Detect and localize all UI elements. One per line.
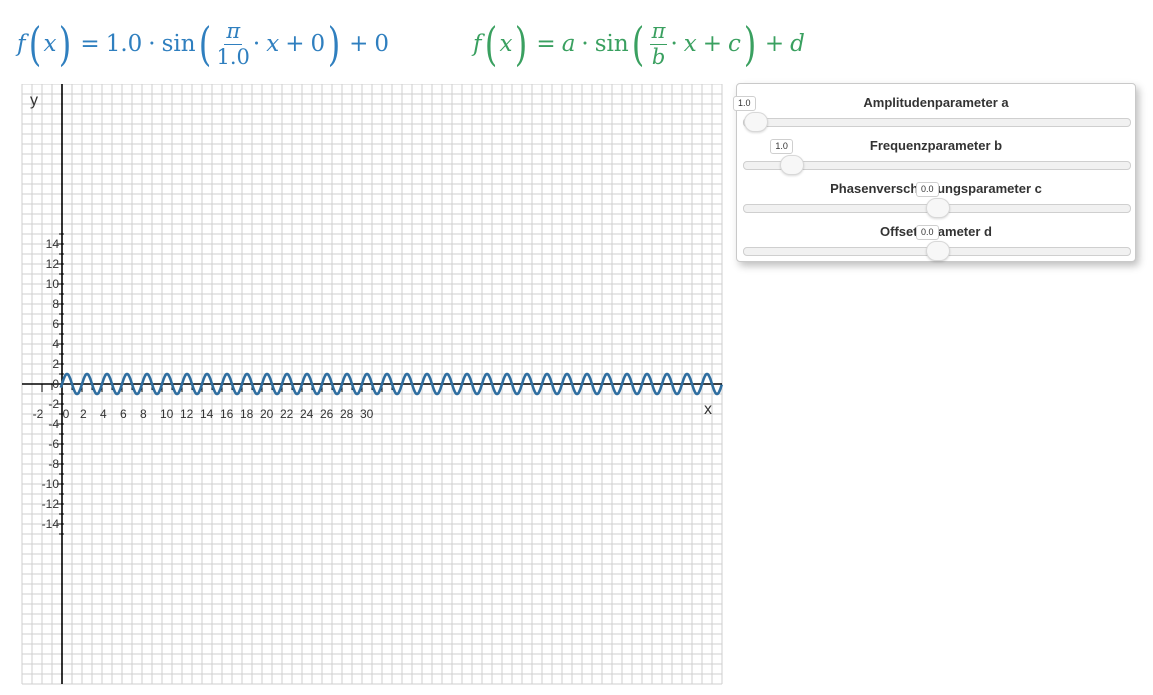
slider-value-bubble: 0.0 — [916, 225, 939, 240]
y-tick-label: -10 — [42, 477, 60, 491]
current-formula: f ( x ) = 1.0 · sin ( π 1.0 · x + 0 ) + … — [17, 18, 389, 70]
y-tick-label: 0 — [52, 377, 59, 391]
slider-row: Offsetparameter d0.0 — [737, 213, 1135, 261]
y-tick-label: 4 — [52, 337, 59, 351]
x-tick-label: 4 — [100, 407, 107, 421]
formula-plus: + — [285, 31, 305, 57]
slider-row: Phasenverschiebungsparameter c0.0 — [737, 170, 1135, 218]
slider-label: Frequenzparameter b — [869, 138, 1003, 153]
slider-value-bubble: 1.0 — [733, 96, 756, 111]
general-formula: f ( x ) = a · sin ( π b · x + c ) + d — [473, 18, 805, 70]
slider-row: Amplitudenparameter a 1.0 — [733, 84, 1135, 132]
formula-sin: sin — [161, 31, 196, 57]
formula-dot: · — [581, 31, 589, 57]
fraction-denominator: b — [651, 44, 666, 69]
x-tick-label: 18 — [240, 407, 254, 421]
formula-f: f — [473, 31, 482, 57]
slider-value-bubble: 0.0 — [916, 182, 939, 197]
x-tick-label: 20 — [260, 407, 274, 421]
y-tick-label: -4 — [48, 417, 59, 431]
y-tick-label: 6 — [52, 317, 59, 331]
paren-open: ( — [631, 17, 644, 71]
x-tick-label: 10 — [160, 407, 174, 421]
paren-close: ) — [743, 17, 757, 71]
fraction-numerator: π — [224, 18, 243, 45]
paren-open: ( — [484, 17, 497, 71]
y-tick-label: 8 — [52, 297, 59, 311]
y-tick-label: 2 — [52, 357, 59, 371]
x-tick-label: -2 — [33, 407, 44, 421]
x-tick-label: 26 — [320, 407, 334, 421]
formula-c: 0 — [310, 31, 326, 57]
formula-dot: · — [148, 31, 156, 57]
formula-plus: + — [349, 31, 369, 57]
formula-a: a — [561, 31, 576, 57]
formula-x: x — [43, 31, 57, 57]
y-axis-label: y — [30, 92, 38, 109]
y-tick-label: -2 — [48, 397, 59, 411]
formula-x: x — [499, 31, 513, 57]
y-tick-label: 10 — [46, 277, 60, 291]
formula-c: c — [728, 31, 741, 57]
formula-a: 1.0 — [105, 31, 143, 57]
formula-d: 0 — [374, 31, 390, 57]
y-tick-label: 14 — [46, 237, 60, 251]
x-tick-label: 8 — [140, 407, 147, 421]
x-tick-label: 16 — [220, 407, 234, 421]
formula-x: x — [683, 31, 697, 57]
x-axis-label: x — [704, 401, 712, 418]
fraction-denominator: 1.0 — [216, 44, 250, 69]
y-tick-label: -6 — [48, 437, 59, 451]
y-tick-label: -8 — [48, 457, 59, 471]
x-tick-label: 24 — [300, 407, 314, 421]
y-tick-label: 12 — [46, 257, 60, 271]
paren-open: ( — [28, 17, 41, 71]
slider-track[interactable] — [743, 118, 1131, 127]
parameter-panel: Amplitudenparameter a 1.0 Frequenzparamete… — [733, 83, 1136, 262]
function-plot[interactable]: -2 0 2 4 6 8 10 12 14 16 18 20 22 24 26 28 3014121086420… — [0, 84, 730, 690]
formula-plus: + — [702, 31, 723, 57]
formula-d: d — [790, 31, 805, 57]
fraction-numerator: π — [649, 18, 668, 45]
x-tick-label: 2 — [80, 407, 87, 421]
x-tick-label: 12 — [180, 407, 194, 421]
formula-fraction: π b — [649, 18, 668, 69]
x-tick-label: 14 — [200, 407, 214, 421]
x-tick-label: 0 — [63, 407, 70, 421]
slider-value-bubble: 1.0 — [770, 139, 793, 154]
x-tick-label: 22 — [280, 407, 294, 421]
y-tick-label: -14 — [42, 517, 60, 531]
formula-sin: sin — [594, 31, 629, 57]
paren-open: ( — [198, 17, 211, 71]
formula-x: x — [266, 31, 280, 57]
formula-eq: = — [80, 31, 100, 57]
paren-close: ) — [515, 17, 528, 71]
slider-handle[interactable] — [926, 241, 950, 261]
x-tick-label: 6 — [120, 407, 127, 421]
y-tick-label: -12 — [42, 497, 60, 511]
slider-label: Amplitudenparameter a — [863, 95, 1009, 110]
x-tick-label: 30 — [360, 407, 374, 421]
formula-dot: · — [252, 31, 261, 57]
paren-close: ) — [327, 17, 341, 71]
paren-close: ) — [59, 17, 72, 71]
x-tick-label: 28 — [340, 407, 354, 421]
formula-fraction: π 1.0 — [216, 18, 250, 69]
formula-dot: · — [670, 31, 678, 57]
formula-plus: + — [764, 31, 785, 57]
formula-f: f — [17, 31, 26, 57]
formula-eq: = — [536, 31, 556, 57]
slider-row: Frequenzparameter b 1.0 — [737, 127, 1135, 175]
